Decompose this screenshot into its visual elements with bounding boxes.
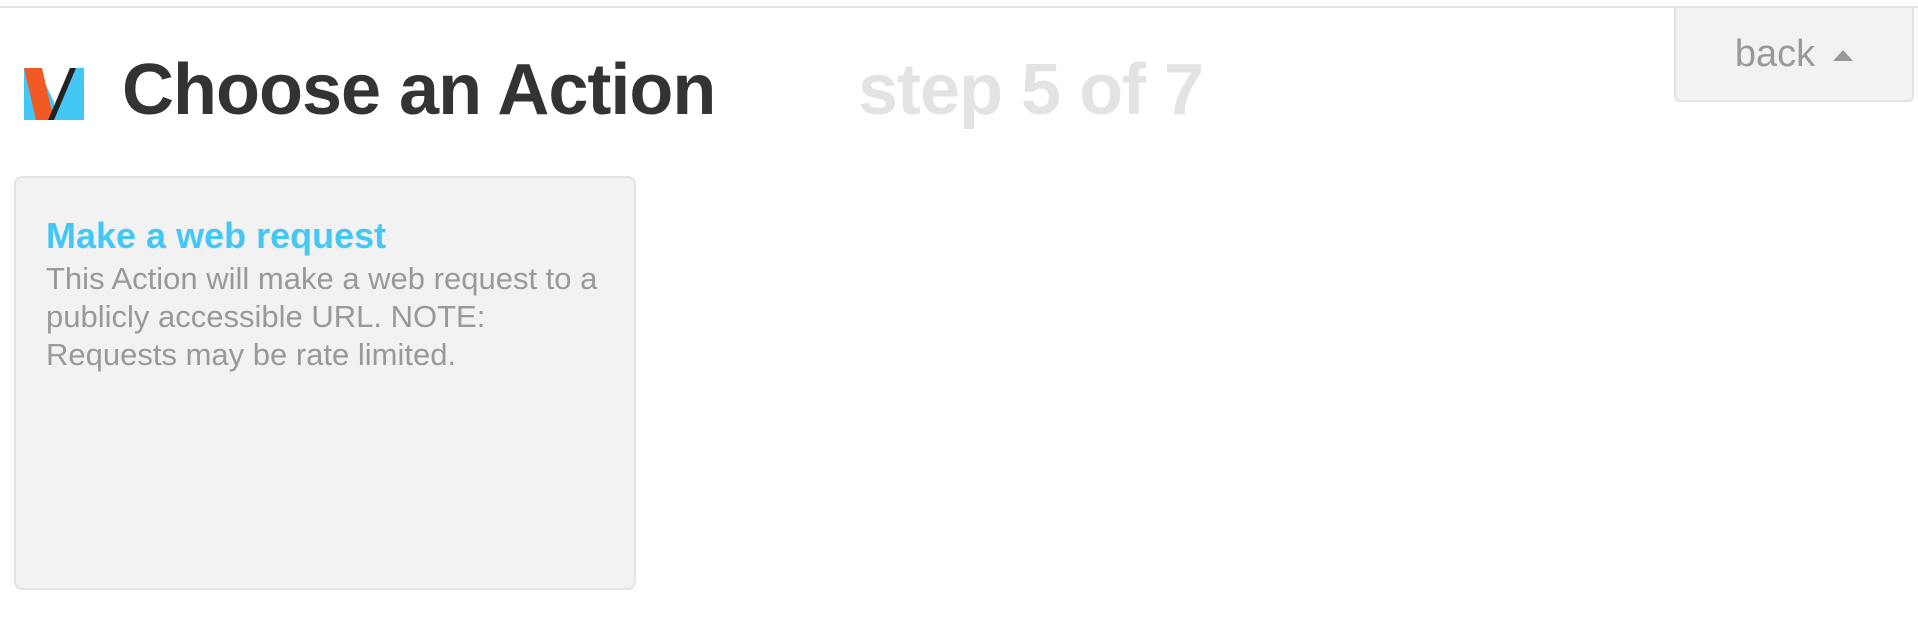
caret-up-icon bbox=[1833, 49, 1854, 61]
action-card-make-web-request[interactable]: Make a web request This Action will make… bbox=[14, 176, 636, 590]
maker-m-logo-icon bbox=[24, 68, 84, 120]
step-indicator: step 5 of 7 bbox=[858, 50, 1204, 130]
action-description: This Action will make a web request to a… bbox=[46, 261, 598, 372]
top-divider bbox=[0, 6, 1918, 8]
action-title[interactable]: Make a web request bbox=[46, 214, 604, 258]
back-button-label: back bbox=[1734, 33, 1816, 75]
back-button[interactable]: back bbox=[1674, 8, 1914, 102]
page-title: Choose an Action bbox=[122, 50, 716, 130]
